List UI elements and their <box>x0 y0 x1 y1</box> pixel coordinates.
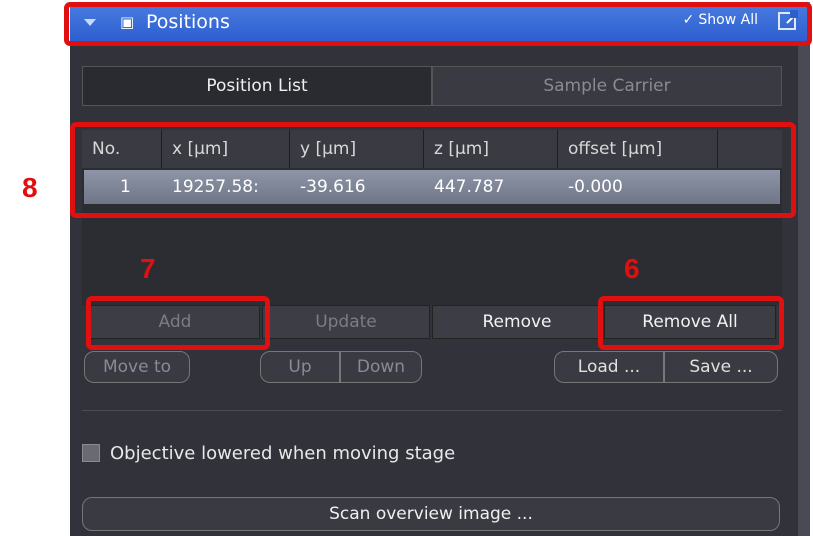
objective-lowered-checkbox[interactable] <box>82 444 100 462</box>
panel-scrollbar[interactable] <box>798 42 810 536</box>
move-to-button[interactable]: Move to <box>84 351 190 383</box>
objective-lowered-option[interactable]: Objective lowered when moving stage <box>82 440 455 466</box>
objective-lowered-label: Objective lowered when moving stage <box>110 442 456 464</box>
save-button[interactable]: Save ... <box>664 351 778 383</box>
down-button[interactable]: Down <box>340 351 422 383</box>
annotation-number-8: 8 <box>22 172 38 203</box>
divider <box>82 410 782 411</box>
annotation-number-7: 7 <box>140 253 156 284</box>
tab-sample-carrier[interactable]: Sample Carrier <box>432 66 782 106</box>
up-button[interactable]: Up <box>260 351 340 383</box>
scan-overview-button[interactable]: Scan overview image ... <box>82 497 780 531</box>
annotation-box-header <box>64 2 812 46</box>
tab-position-list[interactable]: Position List <box>82 66 432 106</box>
remove-button[interactable]: Remove <box>432 305 602 339</box>
update-button[interactable]: Update <box>262 305 430 339</box>
load-button[interactable]: Load ... <box>554 351 664 383</box>
annotation-number-6: 6 <box>624 253 640 284</box>
tab-bar: Position List Sample Carrier <box>82 66 782 106</box>
annotation-box-remove-all <box>598 296 784 350</box>
annotation-box-add <box>86 296 270 350</box>
annotation-box-table <box>70 122 796 218</box>
